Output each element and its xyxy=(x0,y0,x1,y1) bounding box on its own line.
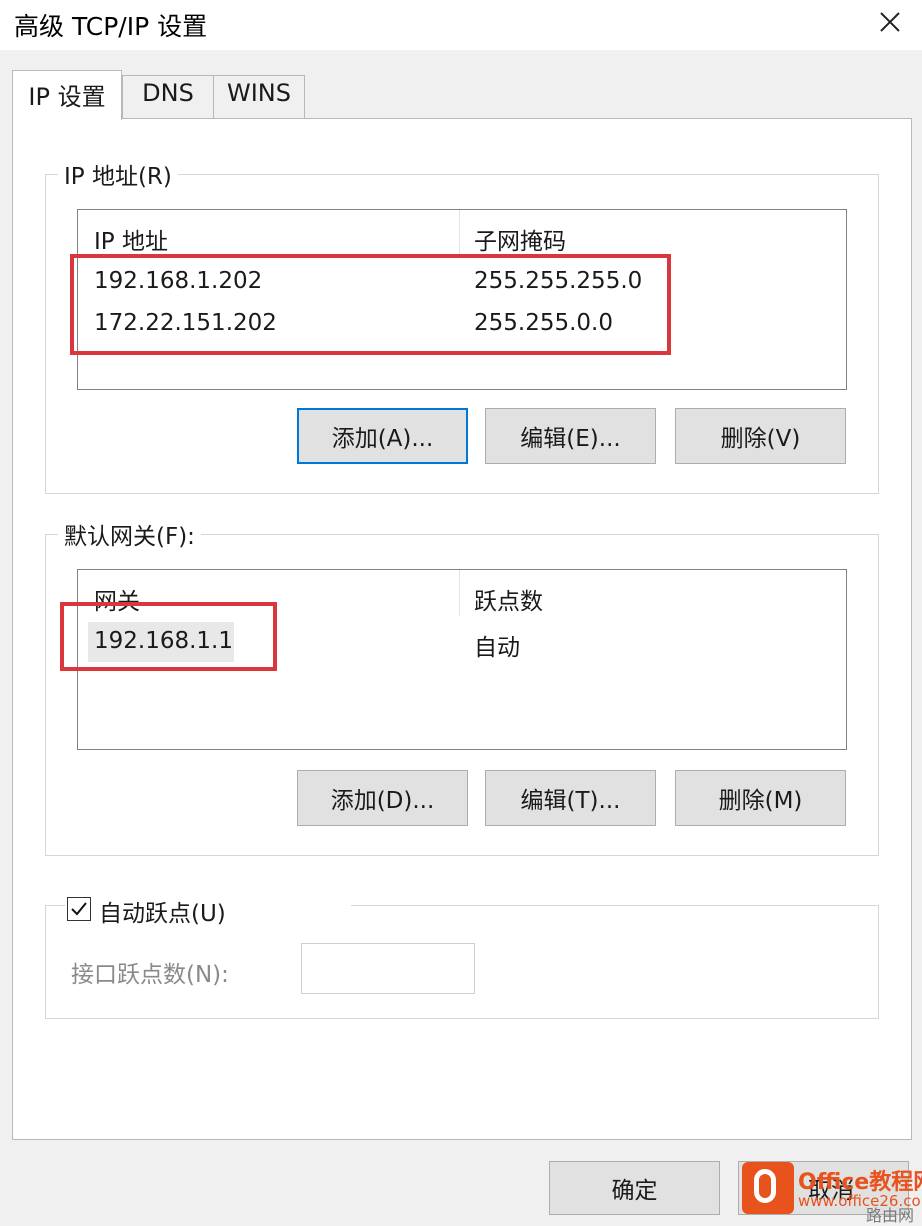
column-header-metric[interactable]: 跃点数 xyxy=(474,582,543,616)
add-gateway-button[interactable]: 添加(D)... xyxy=(297,770,468,826)
gateway-value: 192.168.1.1 xyxy=(94,628,233,654)
subnet-mask-value: 255.255.255.0 xyxy=(474,268,643,294)
ip-address-list[interactable]: IP 地址 子网掩码 192.168.1.202 255.255.255.0 1… xyxy=(77,209,847,390)
auto-metric-label[interactable]: 自动跃点(U) xyxy=(99,894,226,928)
interface-metric-input[interactable] xyxy=(301,943,475,994)
table-row[interactable]: 192.168.1.202 255.255.255.0 xyxy=(78,262,846,302)
ip-address-value: 172.22.151.202 xyxy=(94,310,277,336)
column-separator xyxy=(459,570,460,616)
tab-wins-label: WINS xyxy=(227,79,291,107)
remove-ip-button[interactable]: 删除(V) xyxy=(675,408,846,464)
column-separator xyxy=(459,210,460,256)
checkmark-icon xyxy=(71,902,87,916)
office-logo-icon xyxy=(742,1162,794,1214)
watermark-corner: 路由网 xyxy=(865,1206,914,1225)
metric-value: 自动 xyxy=(474,635,520,661)
column-header-ip[interactable]: IP 地址 xyxy=(94,222,168,256)
ok-button[interactable]: 确定 xyxy=(549,1161,720,1215)
ip-address-legend: IP 地址(R) xyxy=(64,164,172,190)
tab-wins[interactable]: WINS xyxy=(213,75,305,119)
edit-ip-button[interactable]: 编辑(E)... xyxy=(485,408,656,464)
edit-gateway-button[interactable]: 编辑(T)... xyxy=(485,770,656,826)
close-button[interactable] xyxy=(872,4,908,40)
window-title: 高级 TCP/IP 设置 xyxy=(14,12,208,41)
tab-ip-settings[interactable]: IP 设置 xyxy=(12,70,122,120)
watermark: Office教程网 www.office26.com 路由网 xyxy=(742,1160,922,1225)
metric-group-legend: 自动跃点(U) xyxy=(65,891,351,927)
tab-dns-label: DNS xyxy=(142,79,194,107)
ip-address-value: 192.168.1.202 xyxy=(94,268,263,294)
close-icon xyxy=(880,12,900,32)
tab-ip-settings-label: IP 设置 xyxy=(28,83,106,111)
add-ip-button[interactable]: 添加(A)... xyxy=(297,408,468,464)
tab-panel-ip-settings: IP 地址(R) IP 地址 子网掩码 192.168.1.202 255.25… xyxy=(12,118,912,1140)
gateway-list[interactable]: 网关 跃点数 192.168.1.1 自动 xyxy=(77,569,847,750)
table-row[interactable]: 192.168.1.1 自动 xyxy=(78,622,846,662)
title-bar: 高级 TCP/IP 设置 xyxy=(0,0,922,50)
default-gateway-legend: 默认网关(F): xyxy=(64,524,195,550)
subnet-mask-value: 255.255.0.0 xyxy=(474,310,613,336)
remove-gateway-button[interactable]: 删除(M) xyxy=(675,770,846,826)
column-header-gateway[interactable]: 网关 xyxy=(94,582,140,616)
interface-metric-label: 接口跃点数(N): xyxy=(71,962,229,988)
table-row[interactable]: 172.22.151.202 255.255.0.0 xyxy=(78,304,846,344)
tab-dns[interactable]: DNS xyxy=(122,75,214,119)
column-header-subnet-mask[interactable]: 子网掩码 xyxy=(474,222,566,256)
auto-metric-checkbox[interactable] xyxy=(67,897,91,921)
